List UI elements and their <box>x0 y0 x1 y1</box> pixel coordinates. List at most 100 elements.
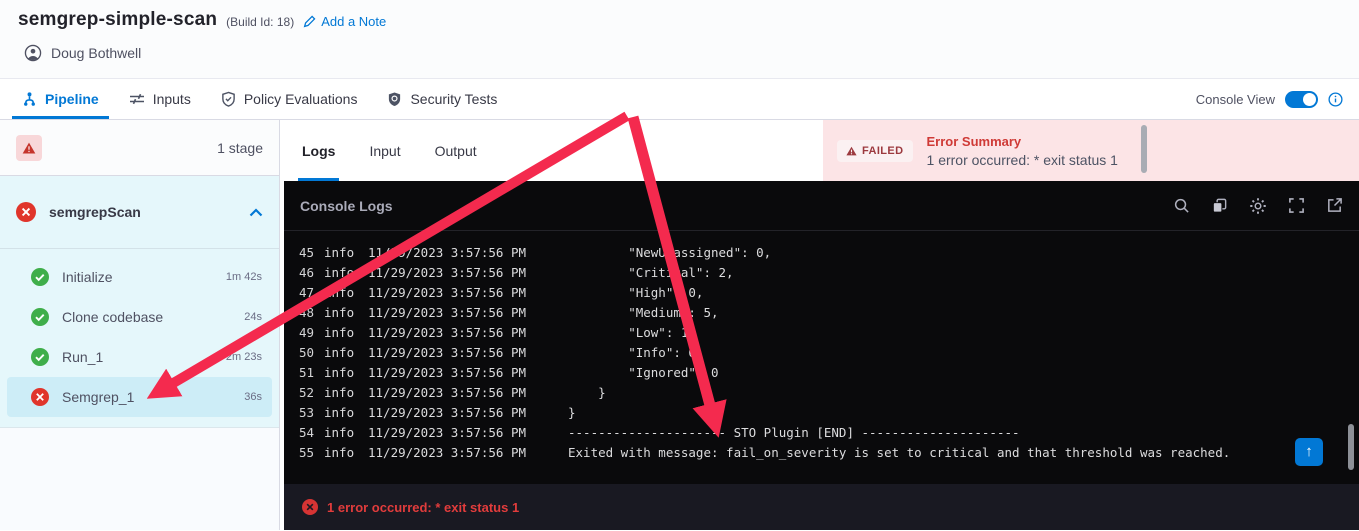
tab-pipeline[interactable]: Pipeline <box>12 79 109 119</box>
log-message: Exited with message: fail_on_severity is… <box>568 445 1231 460</box>
console-error-bar: 1 error occurred: * exit status 1 <box>284 484 1359 530</box>
user-name: Doug Bothwell <box>51 45 142 61</box>
success-icon <box>31 308 49 326</box>
step-duration: 1m 42s <box>225 271 262 283</box>
console-log-area[interactable]: 45 info 11/29/2023 3:57:56 PM "NewUnassign… <box>284 231 1359 484</box>
error-circle-icon <box>302 499 318 515</box>
step-clone-codebase[interactable]: Clone codebase 24s <box>7 297 272 337</box>
stage-header-semgrepscan[interactable]: semgrepScan <box>0 176 279 248</box>
log-timestamp: 11/29/2023 3:57:56 PM <box>368 245 527 260</box>
log-message: "Critical": 2, <box>568 265 734 280</box>
console-panel: Console Logs 45 info 11/29/2023 3:57:56 … <box>284 181 1359 530</box>
log-message: } <box>568 405 576 420</box>
error-summary-panel: FAILED Error Summary 1 error occurred: *… <box>823 120 1359 181</box>
stage-warning-chip[interactable] <box>16 134 42 161</box>
add-note-button[interactable]: Add a Note <box>303 12 386 29</box>
stage-section: semgrepScan Initialize 1m 42s Clone code… <box>0 176 279 428</box>
console-toolbar <box>1173 197 1343 215</box>
log-line: 46 info 11/29/2023 3:57:56 PM "Critical": … <box>284 263 1359 283</box>
step-label: Run_1 <box>62 349 104 365</box>
log-message: "Ignored": 0 <box>568 365 719 380</box>
log-message: --------------------- STO Plugin [END] -… <box>568 425 1020 440</box>
external-link-icon[interactable] <box>1326 197 1343 214</box>
add-note-label: Add a Note <box>321 13 387 29</box>
log-line-number: 48 <box>298 305 314 320</box>
tab-inputs[interactable]: Inputs <box>123 79 197 119</box>
info-icon[interactable] <box>1328 91 1343 107</box>
console-scrollbar[interactable] <box>1348 424 1354 470</box>
step-label: Clone codebase <box>62 309 164 325</box>
steps-list: Initialize 1m 42s Clone codebase 24s Run… <box>0 249 279 417</box>
sidebar-empty-area <box>0 428 279 530</box>
execution-sidebar: 1 stage semgrepScan Initialize 1m 42s Cl… <box>0 120 280 530</box>
log-timestamp: 11/29/2023 3:57:56 PM <box>368 385 527 400</box>
log-line: 49 info 11/29/2023 3:57:56 PM "Low": 1, <box>284 323 1359 343</box>
page-title: semgrep-simple-scan <box>18 9 218 30</box>
warning-triangle-icon <box>22 142 36 153</box>
console-header: Console Logs <box>284 181 1359 231</box>
stage-count: 1 stage <box>217 139 263 156</box>
user-row: Doug Bothwell <box>24 44 1341 62</box>
search-icon[interactable] <box>1173 197 1190 214</box>
pipeline-icon <box>22 91 37 107</box>
error-summary-scrollbar[interactable] <box>1141 125 1147 173</box>
log-timestamp: 11/29/2023 3:57:56 PM <box>368 345 527 360</box>
tab-policy-evaluations[interactable]: Policy Evaluations <box>215 79 364 119</box>
tab-logs[interactable]: Logs <box>298 120 340 181</box>
main-panel: Logs Input Output FAILED Error Summary 1… <box>280 120 1359 530</box>
log-line-number: 53 <box>298 405 314 420</box>
log-message: } <box>568 385 606 400</box>
tab-label: Input <box>369 142 401 159</box>
console-view-label: Console View <box>1195 91 1275 107</box>
chevron-up-icon[interactable] <box>249 207 263 217</box>
console-error-message: 1 error occurred: * exit status 1 <box>327 499 520 515</box>
scroll-to-top-button[interactable]: ↑ <box>1295 438 1323 466</box>
log-line: 54 info 11/29/2023 3:57:56 PM -------------… <box>284 423 1359 443</box>
log-line-number: 54 <box>298 425 314 440</box>
log-timestamp: 11/29/2023 3:57:56 PM <box>368 365 527 380</box>
inputs-icon <box>129 92 145 106</box>
tab-label: Pipeline <box>45 91 99 107</box>
pencil-icon <box>303 15 316 28</box>
log-line-number: 47 <box>298 285 314 300</box>
user-icon <box>24 44 42 62</box>
success-icon <box>31 348 49 366</box>
tab-label: Output <box>434 142 477 159</box>
policy-shield-check-icon <box>221 91 236 107</box>
log-timestamp: 11/29/2023 3:57:56 PM <box>368 265 527 280</box>
failed-circle-icon <box>31 388 49 406</box>
log-level: info <box>324 345 355 360</box>
log-line-number: 55 <box>298 445 314 460</box>
stage-name: semgrepScan <box>49 204 141 220</box>
step-initialize[interactable]: Initialize 1m 42s <box>7 257 272 297</box>
log-line-number: 49 <box>298 325 314 340</box>
fullscreen-icon[interactable] <box>1288 197 1305 214</box>
log-level: info <box>324 285 355 300</box>
log-message: "Info": 0, <box>568 345 704 360</box>
step-semgrep-1[interactable]: Semgrep_1 36s <box>7 377 272 417</box>
step-duration: 2m 23s <box>225 351 262 363</box>
tab-security-tests[interactable]: Security Tests <box>381 79 503 119</box>
log-message: "NewUnassigned": 0, <box>568 245 772 260</box>
log-timestamp: 11/29/2023 3:57:56 PM <box>368 305 527 320</box>
step-duration: 36s <box>244 391 262 403</box>
log-level: info <box>324 365 355 380</box>
console-view-toggle[interactable] <box>1285 90 1318 108</box>
log-level: info <box>324 445 355 460</box>
log-message: "Medium": 5, <box>568 305 719 320</box>
console-title: Console Logs <box>300 197 393 214</box>
log-level: info <box>324 425 355 440</box>
log-line: 52 info 11/29/2023 3:57:56 PM } <box>284 383 1359 403</box>
tab-label: Inputs <box>152 91 191 107</box>
log-level: info <box>324 385 355 400</box>
step-label: Initialize <box>62 269 113 285</box>
tab-input[interactable]: Input <box>365 120 404 181</box>
log-line: 51 info 11/29/2023 3:57:56 PM "Ignored": 0 <box>284 363 1359 383</box>
log-tab-row: Logs Input Output FAILED Error Summary 1… <box>284 120 1359 181</box>
log-message: "High": 0, <box>568 285 704 300</box>
copy-icon[interactable] <box>1211 197 1228 214</box>
tab-output[interactable]: Output <box>431 120 481 181</box>
step-run-1[interactable]: Run_1 2m 23s <box>7 337 272 377</box>
gear-icon[interactable] <box>1249 197 1267 215</box>
log-level: info <box>324 305 355 320</box>
